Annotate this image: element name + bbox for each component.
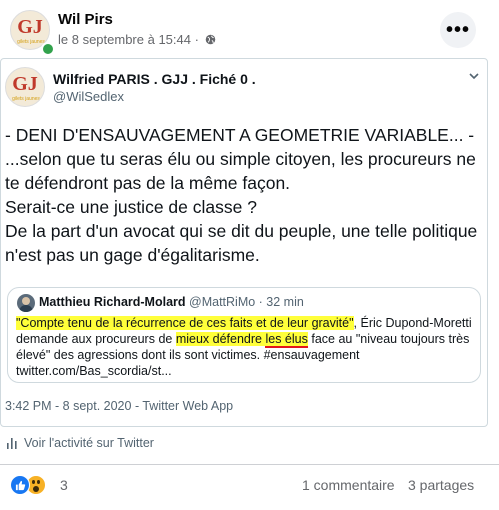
- tweet-avatar-logo: GJ: [12, 73, 38, 95]
- highlight-defend: mieux défendre: [175, 332, 262, 346]
- divider: [0, 464, 499, 465]
- shares-count[interactable]: 3 partages: [408, 477, 474, 493]
- quoted-tweet[interactable]: Matthieu Richard-Molard @MattRiMo · 32 m…: [7, 287, 481, 383]
- globe-icon: [205, 34, 215, 45]
- tweet-author-name[interactable]: Wilfried PARIS . GJJ . Fiché 0 .: [53, 71, 256, 87]
- tweet-author-handle[interactable]: @WilSedlex: [53, 89, 124, 104]
- highlight-quote: "Compte tenu de la récurrence de ces fai…: [16, 316, 354, 330]
- tweet-timestamp[interactable]: 3:42 PM - 8 sept. 2020 - Twitter Web App: [5, 399, 233, 413]
- avatar-logo: GJ: [17, 16, 43, 38]
- twitter-activity-link[interactable]: Voir l'activité sur Twitter: [6, 436, 154, 450]
- reactions-summary[interactable]: 3: [10, 474, 68, 496]
- embedded-tweet[interactable]: GJ gilets jaunes Wilfried PARIS . GJJ . …: [0, 58, 488, 427]
- tweet-author-avatar[interactable]: GJ gilets jaunes: [5, 67, 45, 107]
- post-meta: le 8 septembre à 15:44 ·: [58, 32, 216, 47]
- like-reaction-icon: [10, 475, 30, 495]
- reaction-count: 3: [60, 477, 68, 493]
- author-name[interactable]: Wil Pirs: [58, 11, 113, 28]
- quoted-tweet-text: "Compte tenu de la récurrence de ces fai…: [16, 315, 478, 379]
- more-icon: •••: [445, 19, 470, 41]
- more-options-button[interactable]: •••: [440, 12, 476, 48]
- quoted-author-name: Matthieu Richard-Molard: [39, 295, 186, 309]
- activity-bars-icon: [7, 438, 17, 449]
- online-status-dot: [41, 42, 55, 56]
- chevron-down-icon[interactable]: [467, 69, 481, 83]
- quoted-author-avatar: [17, 294, 35, 312]
- comments-count[interactable]: 1 commentaire: [302, 477, 395, 493]
- tweet-avatar-logo-sub: gilets jaunes: [12, 96, 40, 102]
- quoted-author-handle: @MattRiMo · 32 min: [185, 295, 304, 309]
- activity-label: Voir l'activité sur Twitter: [24, 436, 154, 450]
- post-date[interactable]: le 8 septembre à 15:44 ·: [58, 32, 199, 47]
- tweet-text: - DENI D'ENSAUVAGEMENT A GEOMETRIE VARIA…: [5, 125, 478, 265]
- quoted-tweet-header: Matthieu Richard-Molard @MattRiMo · 32 m…: [39, 295, 304, 309]
- highlight-elected-underlined: les élus: [265, 332, 308, 348]
- post-header: GJ gilets jaunes Wil Pirs le 8 septembre…: [0, 0, 499, 58]
